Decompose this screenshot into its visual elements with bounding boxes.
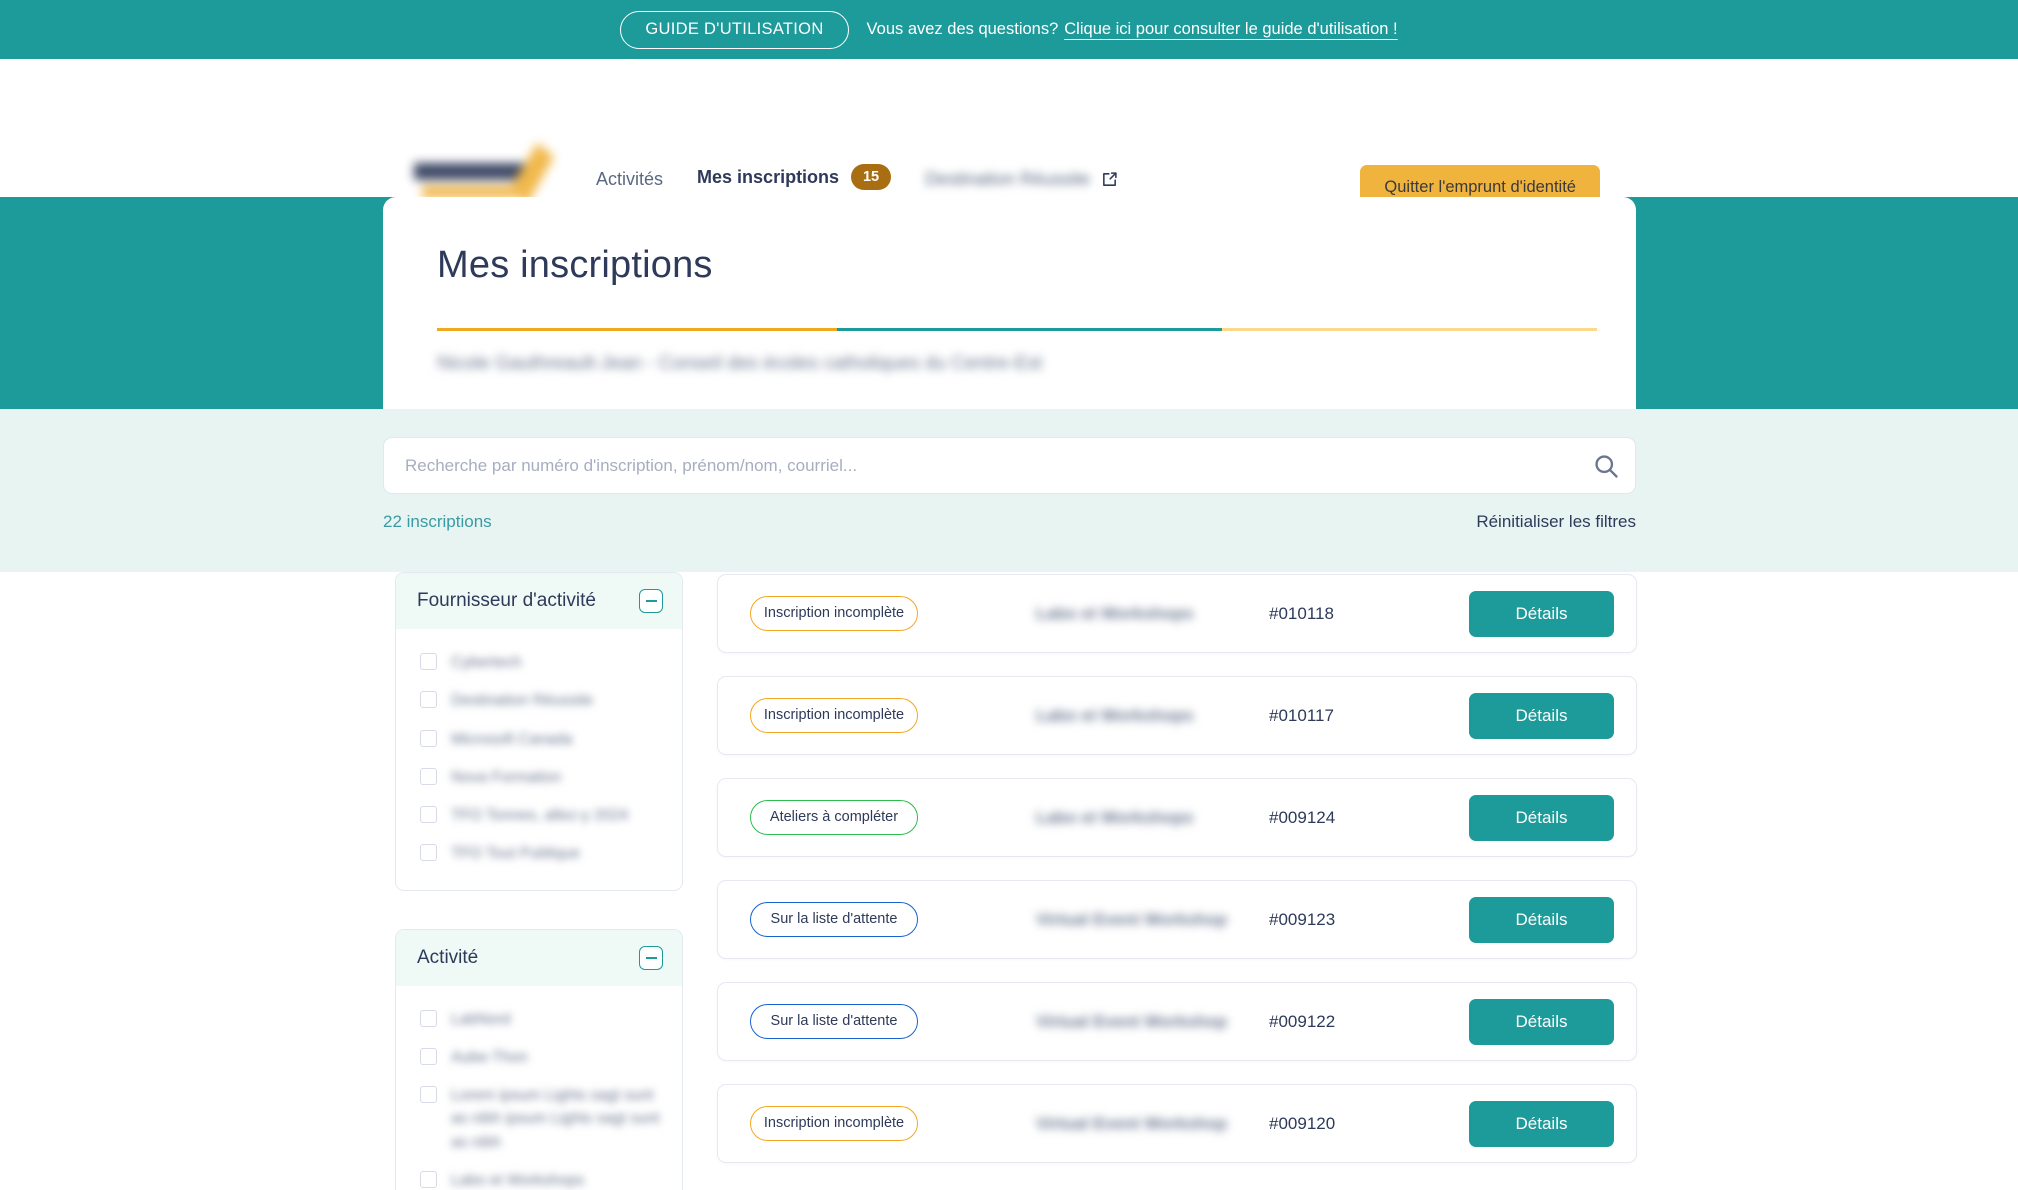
inscription-activity: Virtual Event Workshop xyxy=(1036,1011,1228,1031)
guide-utilisation-button[interactable]: GUIDE D'UTILISATION xyxy=(620,10,849,49)
checkbox[interactable] xyxy=(420,691,437,709)
checkbox[interactable] xyxy=(420,1009,437,1027)
status-badge: Sur la liste d'attente xyxy=(750,902,918,937)
results-meta-row: 22 inscriptions Réinitialiser les filtre… xyxy=(383,512,1636,532)
filter-option-label: Labo et Workshops xyxy=(451,1171,585,1189)
divider-segment-orange xyxy=(437,327,837,331)
checkbox[interactable] xyxy=(420,1170,437,1188)
filter-option[interactable]: Cybertech xyxy=(420,651,664,674)
filter-option-label: Lorem ipsum Lights sagt sunt as nibh ips… xyxy=(451,1087,660,1151)
inscription-activity: Virtual Event Workshop xyxy=(1036,1113,1228,1133)
page-subtitle: Nicole Gauthreault-Jean - Conseil des éc… xyxy=(437,352,1043,374)
title-divider xyxy=(437,327,1597,331)
inscription-number: #009123 xyxy=(1269,909,1336,929)
inscription-row[interactable]: Sur la liste d'attente Virtual Event Wor… xyxy=(717,880,1637,959)
filter-group-activite-title: Activité xyxy=(417,946,479,968)
search-container xyxy=(383,437,1636,494)
inscription-row[interactable]: Inscription incomplète Virtual Event Wor… xyxy=(717,1084,1637,1163)
filter-group-fournisseur-title: Fournisseur d'activité xyxy=(417,590,596,611)
inscription-number: #010117 xyxy=(1269,705,1334,725)
inscription-activity: Labo et Workshops xyxy=(1036,705,1194,725)
guide-banner-text: Vous avez des questions? Clique ici pour… xyxy=(867,20,1398,39)
status-badge: Inscription incomplète xyxy=(750,698,918,733)
filter-option-label: Cybertech xyxy=(451,654,522,671)
status-badge: Sur la liste d'attente xyxy=(750,1004,918,1039)
inscription-number: #009124 xyxy=(1269,807,1336,827)
checkbox[interactable] xyxy=(420,1047,437,1065)
inscription-number: #009122 xyxy=(1269,1011,1336,1031)
hero-section: Mes inscriptions Nicole Gauthreault-Jean… xyxy=(0,197,2018,409)
filter-group-fournisseur-body: Cybertech Destination Réussite Microsoft… xyxy=(396,629,682,890)
nav-item-mes-inscriptions-label: Mes inscriptions xyxy=(697,166,840,187)
checkbox[interactable] xyxy=(420,1086,437,1103)
checkbox[interactable] xyxy=(420,767,437,785)
filter-option[interactable]: Lorem ipsum Lights sagt sunt as nibh ips… xyxy=(420,1084,664,1154)
inscription-activity: Labo et Workshops xyxy=(1036,807,1194,827)
inscriptions-count: 22 inscriptions xyxy=(383,512,492,531)
inscription-row[interactable]: Inscription incomplète Labo et Workshops… xyxy=(717,676,1637,755)
checkbox[interactable] xyxy=(420,729,437,747)
status-badge: Ateliers à compléter xyxy=(750,800,918,835)
filter-option[interactable]: Microsoft Canada xyxy=(420,728,664,751)
guide-question-text: Vous avez des questions? xyxy=(866,20,1059,38)
details-button[interactable]: Détails xyxy=(1469,590,1614,637)
reset-filters-link[interactable]: Réinitialiser les filtres xyxy=(1476,512,1636,532)
filter-option-label: TFO Tonnes, allez-y 2024 xyxy=(451,807,629,824)
inscriptions-list: Inscription incomplète Labo et Workshops… xyxy=(717,572,1637,1190)
search-filter-band: 22 inscriptions Réinitialiser les filtre… xyxy=(0,409,2018,572)
checkbox[interactable] xyxy=(420,806,437,823)
filter-option-label: Aube-Thon xyxy=(451,1048,528,1066)
checkbox[interactable] xyxy=(420,653,437,670)
details-button[interactable]: Détails xyxy=(1469,998,1614,1045)
filter-option[interactable]: TFO Tout Publique xyxy=(420,842,664,865)
filter-option[interactable]: TFO Tonnes, allez-y 2024 xyxy=(420,804,664,827)
divider-segment-light-orange xyxy=(1222,327,1597,331)
search-icon[interactable] xyxy=(1592,452,1620,480)
filter-group-activite: Activité LabNord Aube-Thon Lorem ipsum L… xyxy=(395,928,683,1190)
inscription-activity: Labo et Workshops xyxy=(1036,603,1194,623)
status-badge: Inscription incomplète xyxy=(750,596,918,631)
filter-group-activite-body: LabNord Aube-Thon Lorem ipsum Lights sag… xyxy=(396,986,682,1190)
inscription-row[interactable]: Sur la liste d'attente Virtual Event Wor… xyxy=(717,982,1637,1061)
guide-link[interactable]: Clique ici pour consulter le guide d'uti… xyxy=(1064,20,1397,39)
inscription-number: #010118 xyxy=(1269,603,1334,623)
filter-option[interactable]: Aube-Thon xyxy=(420,1046,664,1069)
divider-segment-teal xyxy=(837,327,1222,331)
page-title: Mes inscriptions xyxy=(437,244,713,286)
page-title-card: Mes inscriptions Nicole Gauthreault-Jean… xyxy=(383,197,1636,409)
minus-icon[interactable] xyxy=(639,589,663,613)
filter-option-label: Nova Formation xyxy=(451,768,562,786)
inscription-row[interactable]: Inscription incomplète Labo et Workshops… xyxy=(717,574,1637,653)
filter-option[interactable]: Nova Formation xyxy=(420,766,664,789)
checkbox[interactable] xyxy=(420,844,437,862)
main-content: Fournisseur d'activité Cybertech Destina… xyxy=(0,572,2018,1190)
filters-sidebar: Fournisseur d'activité Cybertech Destina… xyxy=(395,572,683,1190)
guide-banner: GUIDE D'UTILISATION Vous avez des questi… xyxy=(0,0,2018,59)
filter-group-fournisseur: Fournisseur d'activité Cybertech Destina… xyxy=(395,572,683,891)
filter-option-label: Microsoft Canada xyxy=(451,730,573,748)
nav-item-destination-reussite-label: Destination Réussite xyxy=(925,169,1091,189)
inscription-row[interactable]: Ateliers à compléter Labo et Workshops #… xyxy=(717,778,1637,857)
filter-option[interactable]: Labo et Workshops xyxy=(420,1169,664,1190)
inscription-activity: Virtual Event Workshop xyxy=(1036,909,1228,929)
filter-option-label: LabNord xyxy=(451,1010,511,1028)
inscription-number: #009120 xyxy=(1269,1113,1336,1133)
logo-wordmark-secondary xyxy=(422,185,518,198)
status-badge: Inscription incomplète xyxy=(750,1106,918,1141)
filter-group-fournisseur-header: Fournisseur d'activité xyxy=(396,573,682,629)
external-link-icon xyxy=(1101,171,1118,188)
search-input[interactable] xyxy=(383,437,1636,494)
filter-group-activite-header: Activité xyxy=(396,929,682,986)
details-button[interactable]: Détails xyxy=(1469,692,1614,739)
filter-option[interactable]: LabNord xyxy=(420,1008,664,1031)
filter-option-label: TFO Tout Publique xyxy=(451,845,580,863)
filter-option[interactable]: Destination Réussite xyxy=(420,689,664,712)
nav-inscriptions-count-badge: 15 xyxy=(851,164,892,190)
details-button[interactable]: Détails xyxy=(1469,1100,1614,1147)
filter-option-label: Destination Réussite xyxy=(451,692,594,710)
details-button[interactable]: Détails xyxy=(1469,896,1614,943)
site-header: Activités Mes inscriptions 15 Destinatio… xyxy=(0,59,2018,210)
details-button[interactable]: Détails xyxy=(1469,794,1614,841)
minus-icon[interactable] xyxy=(639,945,663,970)
